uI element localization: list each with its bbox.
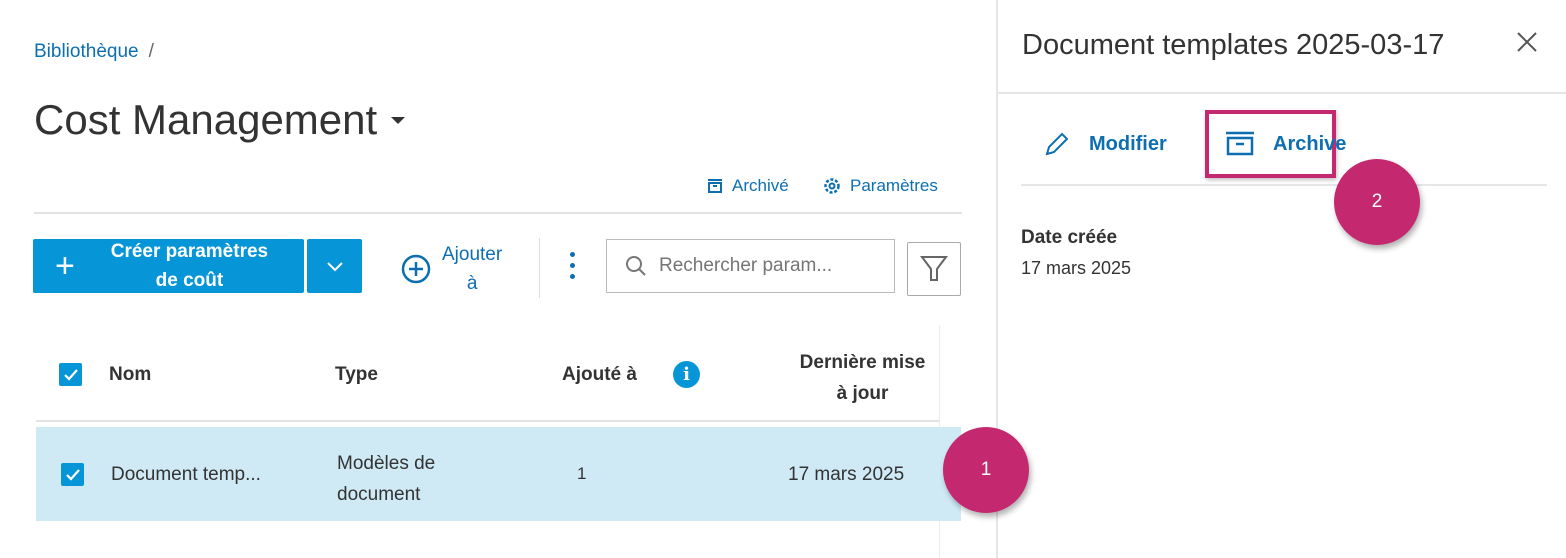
create-label-line2: de coût <box>155 270 224 291</box>
create-cost-settings-button[interactable]: + Créer paramètres de coût <box>33 239 304 293</box>
panel-title: Document templates 2025-03-17 <box>1022 29 1445 61</box>
row-last-updated: 17 mars 2025 <box>788 464 905 485</box>
row-type: Modèles de document <box>337 448 435 510</box>
pencil-icon <box>1045 132 1069 156</box>
archived-label: Archivé <box>732 176 789 195</box>
type-line1: Modèles de <box>337 453 436 474</box>
checkmark-icon <box>65 468 80 481</box>
details-panel <box>996 0 1566 558</box>
divider <box>34 212 962 214</box>
add-to-line1: Ajouter <box>442 244 503 265</box>
toolbar-separator <box>539 238 540 298</box>
breadcrumb: Bibliothèque / <box>34 41 154 63</box>
edit-label: Modifier <box>1089 132 1167 155</box>
header-line1: Dernière mise <box>799 352 926 373</box>
panel-header-divider <box>998 92 1566 94</box>
archive-button[interactable]: Archive <box>1225 130 1346 158</box>
add-to-line2: à <box>466 273 478 294</box>
create-dropdown-button[interactable] <box>307 239 362 293</box>
type-line2: document <box>337 484 421 505</box>
date-created-value: 17 mars 2025 <box>1021 258 1132 278</box>
chevron-down-icon <box>326 262 343 272</box>
header-divider <box>36 420 940 422</box>
filter-icon <box>920 256 948 281</box>
plus-circle-icon <box>401 254 431 284</box>
row-added-to-count[interactable]: 1 <box>577 464 586 484</box>
search-box[interactable] <box>606 239 895 293</box>
step-marker-1: 1 <box>943 427 1029 513</box>
step-marker-2: 2 <box>1334 159 1420 245</box>
plus-icon: + <box>55 246 75 285</box>
breadcrumb-library-link[interactable]: Bibliothèque <box>34 41 139 62</box>
filter-button[interactable] <box>907 242 961 296</box>
breadcrumb-separator: / <box>148 41 154 62</box>
add-to-button[interactable]: Ajouter à <box>400 240 502 298</box>
header-line2: à jour <box>836 383 889 404</box>
edit-button[interactable]: Modifier <box>1043 130 1167 158</box>
column-header-type[interactable]: Type <box>335 364 378 386</box>
row-name[interactable]: Document temp... <box>111 464 261 486</box>
more-options-icon[interactable] <box>570 252 575 279</box>
panel-actions-divider <box>1021 184 1547 186</box>
page-title-dropdown[interactable]: Cost Management <box>34 96 406 144</box>
settings-label: Paramètres <box>850 176 938 195</box>
select-all-checkbox[interactable] <box>59 363 82 386</box>
checkmark-icon <box>63 368 78 381</box>
archived-link[interactable]: Archivé <box>706 176 789 196</box>
settings-link[interactable]: Paramètres <box>822 176 938 196</box>
date-created-label: Date créée <box>1021 227 1118 248</box>
gear-icon <box>824 178 840 194</box>
info-icon[interactable]: i <box>673 361 700 388</box>
archive-label: Archive <box>1273 132 1347 155</box>
archive-icon <box>1226 131 1254 156</box>
page-title: Cost Management <box>34 96 378 143</box>
close-icon[interactable] <box>1515 30 1539 59</box>
archive-icon <box>708 179 722 193</box>
caret-down-icon <box>391 116 406 124</box>
column-header-added-to[interactable]: Ajouté à <box>562 364 637 386</box>
row-checkbox[interactable] <box>61 463 84 486</box>
search-icon <box>626 256 646 276</box>
create-label-line1: Créer paramètres <box>110 241 269 262</box>
search-input[interactable] <box>659 255 879 277</box>
column-header-last-updated[interactable]: Dernière mise à jour <box>780 347 945 409</box>
column-header-name[interactable]: Nom <box>109 364 151 386</box>
